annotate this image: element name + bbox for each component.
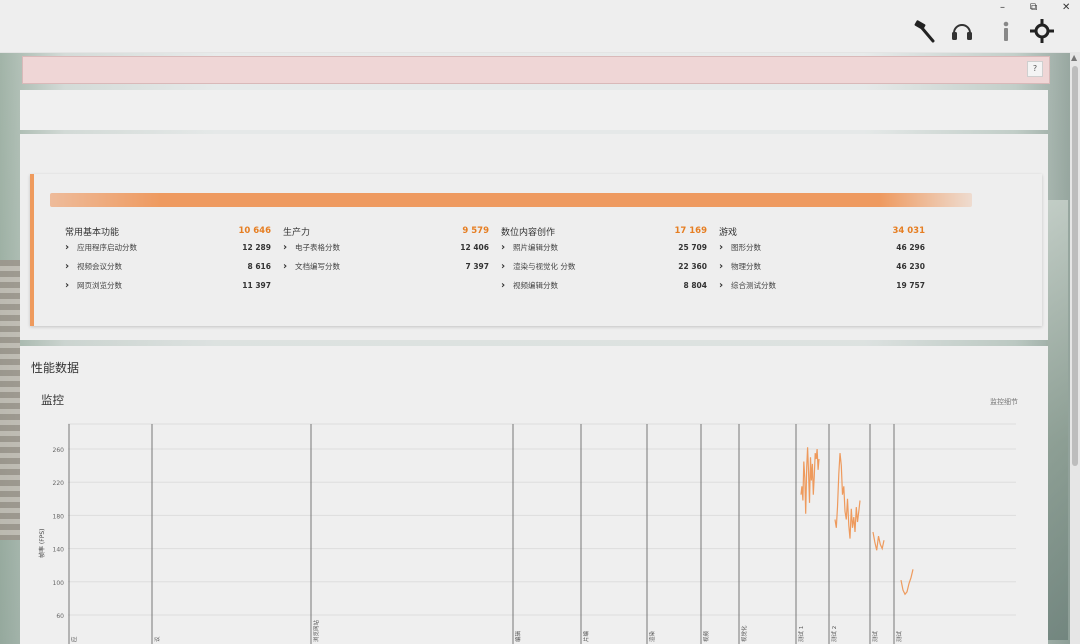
monitor-details-link[interactable]: 监控细节 bbox=[990, 397, 1018, 407]
phase-marker-label: 视觉化 bbox=[740, 625, 748, 642]
chevron-right-icon: › bbox=[501, 242, 506, 253]
close-button[interactable]: ✕ bbox=[1062, 2, 1070, 13]
subscore-value: 19 757 bbox=[896, 281, 925, 290]
subscore-row[interactable]: › 视频会议分数 8 616 bbox=[65, 257, 271, 276]
performance-title: 性能数据 bbox=[31, 361, 80, 375]
fps-series-line bbox=[834, 453, 861, 539]
chevron-right-icon: › bbox=[65, 280, 70, 291]
y-tick-label: 180 bbox=[53, 513, 65, 520]
y-axis-label: 帧率 (FPS) bbox=[38, 529, 46, 558]
headset-icon[interactable] bbox=[950, 18, 974, 44]
subscore-row[interactable]: › 综合测试分数 19 757 bbox=[719, 276, 925, 295]
summary-card bbox=[20, 90, 1048, 130]
subscore-label: 文档编写分数 bbox=[295, 262, 340, 271]
y-tick-label: 60 bbox=[56, 613, 64, 620]
chevron-right-icon: › bbox=[65, 242, 70, 253]
subscore-label: 视频编辑分数 bbox=[513, 281, 558, 290]
chevron-right-icon: › bbox=[719, 280, 724, 291]
restore-button[interactable]: ⧉ bbox=[1030, 2, 1037, 13]
subscore-row[interactable]: › 文档编写分数 7 397 bbox=[283, 257, 489, 276]
phase-marker-label: 编辑 bbox=[514, 630, 522, 642]
category-score: 10 646 bbox=[238, 226, 271, 236]
phase-marker-label: 视频 bbox=[702, 630, 710, 642]
subscore-label: 物理分数 bbox=[731, 262, 761, 271]
subscore-value: 12 289 bbox=[242, 243, 271, 252]
category-essentials: 常用基本功能 10 646 › 应用程序启动分数 12 289 › 视频会议分数 8… bbox=[65, 224, 271, 295]
chevron-right-icon: › bbox=[65, 261, 70, 272]
chevron-right-icon: › bbox=[283, 242, 288, 253]
title-bar: – ⧉ ✕ bbox=[0, 0, 1080, 53]
category-digital-content: 数位内容创作 17 169 › 照片编辑分数 25 709 › 渲染与视觉化 分数 … bbox=[501, 224, 707, 295]
gear-icon[interactable] bbox=[1030, 18, 1054, 44]
phase-marker-label: 应 bbox=[70, 636, 78, 642]
subscore-label: 图形分数 bbox=[731, 243, 761, 252]
subscore-value: 8 616 bbox=[247, 262, 272, 271]
chevron-right-icon: › bbox=[719, 242, 724, 253]
category-gaming: 游戏 34 031 › 图形分数 46 296 › 物理分数 46 230 › 综合测… bbox=[719, 224, 925, 295]
subscore-value: 22 360 bbox=[678, 262, 707, 271]
phase-marker-label: 议 bbox=[153, 636, 161, 642]
chevron-right-icon: › bbox=[501, 261, 506, 272]
subscore-label: 渲染与视觉化 分数 bbox=[513, 262, 576, 271]
y-tick-label: 220 bbox=[53, 480, 65, 487]
subscore-row[interactable]: › 网页浏览分数 11 397 bbox=[65, 276, 271, 295]
y-tick-label: 140 bbox=[53, 547, 65, 554]
scrollbar[interactable]: ▲ bbox=[1070, 52, 1080, 644]
category-name: 常用基本功能 bbox=[65, 227, 120, 238]
category-name: 生产力 bbox=[283, 227, 311, 238]
category-name: 数位内容创作 bbox=[501, 227, 556, 238]
y-tick-label: 100 bbox=[53, 580, 65, 587]
subscore-row[interactable]: › 电子表格分数 12 406 bbox=[283, 238, 489, 257]
category-score: 9 579 bbox=[462, 226, 489, 236]
category-score: 17 169 bbox=[674, 226, 707, 236]
subscore-row[interactable]: › 物理分数 46 230 bbox=[719, 257, 925, 276]
subscore-row[interactable]: › 照片编辑分数 25 709 bbox=[501, 238, 707, 257]
background-hill bbox=[1046, 200, 1068, 640]
phase-marker-label: 测试 2 bbox=[830, 626, 838, 642]
monitor-title: 监控 bbox=[41, 393, 64, 407]
subscore-value: 7 397 bbox=[465, 262, 490, 271]
category-productivity: 生产力 9 579 › 电子表格分数 12 406 › 文档编写分数 7 397 bbox=[283, 224, 489, 276]
subscore-row[interactable]: › 应用程序启动分数 12 289 bbox=[65, 238, 271, 257]
background-city bbox=[0, 260, 20, 540]
phase-marker-label: 测试 bbox=[871, 630, 879, 642]
chevron-right-icon: › bbox=[719, 261, 724, 272]
scrollbar-thumb[interactable] bbox=[1072, 66, 1078, 466]
chevron-right-icon: › bbox=[501, 280, 506, 291]
hammer-icon[interactable] bbox=[912, 18, 936, 44]
phase-marker-label: 渲染 bbox=[648, 630, 656, 642]
subscore-value: 25 709 bbox=[678, 243, 707, 252]
chevron-right-icon: › bbox=[283, 261, 288, 272]
phase-marker-label: 测试 bbox=[895, 630, 903, 642]
phase-marker-label: 浏览网站 bbox=[312, 619, 320, 642]
subscore-value: 8 804 bbox=[683, 281, 708, 290]
phase-marker-label: 片编 bbox=[582, 630, 590, 642]
subscore-label: 综合测试分数 bbox=[731, 281, 776, 290]
subscore-label: 网页浏览分数 bbox=[77, 281, 122, 290]
help-button[interactable]: ? bbox=[1027, 61, 1043, 77]
subscore-row[interactable]: › 渲染与视觉化 分数 22 360 bbox=[501, 257, 707, 276]
y-tick-label: 260 bbox=[53, 447, 65, 454]
fps-series-line bbox=[800, 447, 820, 514]
fps-monitor-chart: 260 220 180 140 100 60 帧率 (FPS) 应 议 浏览网站 编辑 片编 渲染 视频 视… bbox=[38, 423, 1016, 644]
subscore-value: 11 397 bbox=[242, 281, 271, 290]
subscore-label: 视频会议分数 bbox=[77, 262, 122, 271]
fps-series-line bbox=[872, 531, 885, 551]
subscore-label: 应用程序启动分数 bbox=[77, 243, 137, 252]
subscore-label: 电子表格分数 bbox=[295, 243, 340, 252]
subscore-row[interactable]: › 图形分数 46 296 bbox=[719, 238, 925, 257]
category-name: 游戏 bbox=[719, 227, 738, 238]
subscore-value: 46 296 bbox=[896, 243, 925, 252]
score-bar bbox=[50, 193, 972, 207]
subscore-value: 46 230 bbox=[896, 262, 925, 271]
subscore-row[interactable]: › 视频编辑分数 8 804 bbox=[501, 276, 707, 295]
minimize-button[interactable]: – bbox=[1000, 2, 1005, 13]
info-icon[interactable] bbox=[994, 18, 1018, 44]
subscore-value: 12 406 bbox=[460, 243, 489, 252]
phase-marker-label: 测试 1 bbox=[797, 626, 805, 642]
subscore-label: 照片编辑分数 bbox=[513, 243, 558, 252]
category-score: 34 031 bbox=[892, 226, 925, 236]
result-banner: ? bbox=[22, 56, 1050, 84]
scroll-up-icon[interactable]: ▲ bbox=[1071, 53, 1077, 62]
